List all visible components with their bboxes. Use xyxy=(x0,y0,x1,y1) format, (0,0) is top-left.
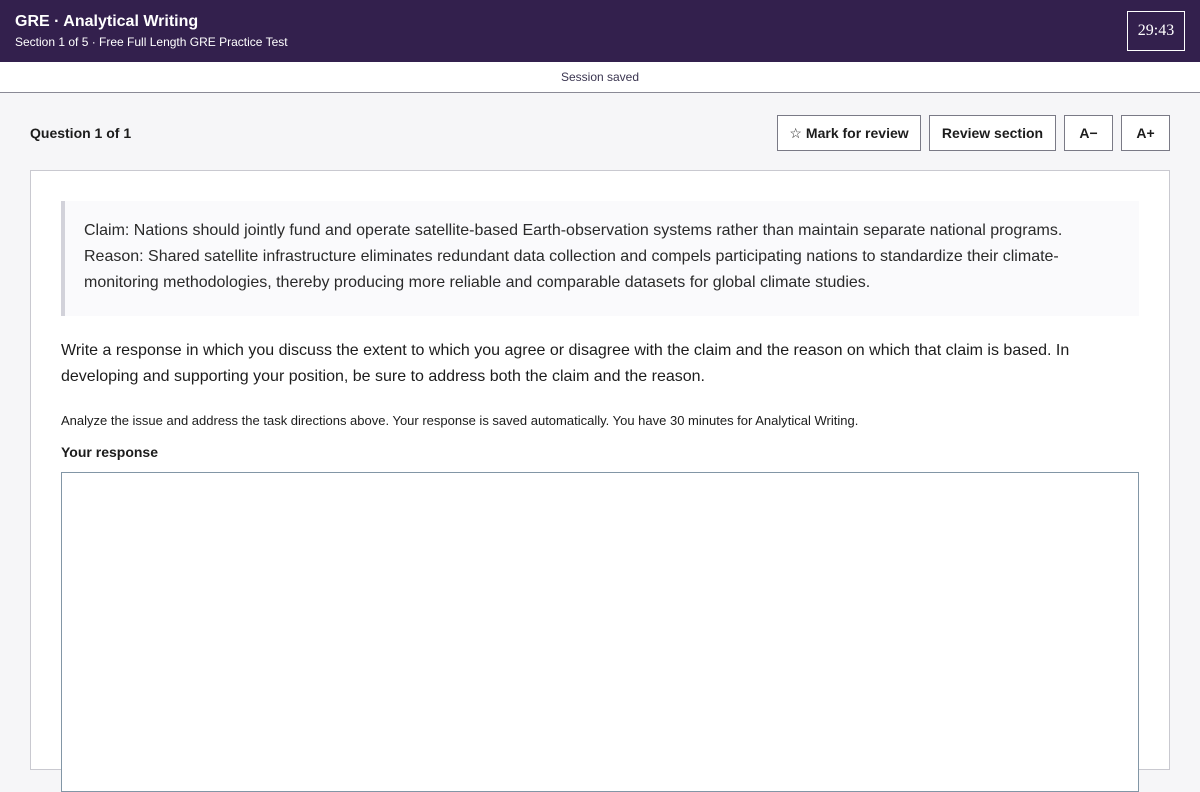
font-increase-button[interactable]: A+ xyxy=(1121,115,1170,151)
review-section-button[interactable]: Review section xyxy=(929,115,1056,151)
section-subtitle: Section 1 of 5 · Free Full Length GRE Pr… xyxy=(15,35,288,49)
response-label: Your response xyxy=(61,444,158,460)
stimulus-passage: Claim: Nations should jointly fund and o… xyxy=(61,201,1139,316)
question-toolbar: ☆ Mark for review Review section A− A+ xyxy=(777,115,1170,151)
question-counter: Question 1 of 1 xyxy=(30,125,132,141)
task-instructions: Analyze the issue and address the task d… xyxy=(61,413,859,428)
task-prompt: Write a response in which you discuss th… xyxy=(61,342,1070,385)
mark-for-review-label: Mark for review xyxy=(805,125,909,141)
font-decrease-button[interactable]: A− xyxy=(1064,115,1113,151)
status-bar: Session saved xyxy=(0,62,1200,93)
save-status-text: Session saved xyxy=(560,70,640,84)
countdown-timer[interactable]: 29:43 xyxy=(1127,11,1185,51)
mark-for-review-button[interactable]: ☆ Mark for review xyxy=(777,115,921,151)
reason-text: Reason: Shared satellite infrastructure … xyxy=(84,248,1059,291)
question-card: Claim: Nations should jointly fund and o… xyxy=(30,170,1170,792)
response-textarea[interactable] xyxy=(61,472,1139,792)
star-icon: ☆ xyxy=(789,124,802,141)
app-header: GRE · Analytical Writing Section 1 of 5 … xyxy=(0,0,1200,62)
app-title: GRE · Analytical Writing xyxy=(15,13,199,30)
claim-text: Claim: Nations should jointly fund and o… xyxy=(84,222,1063,239)
